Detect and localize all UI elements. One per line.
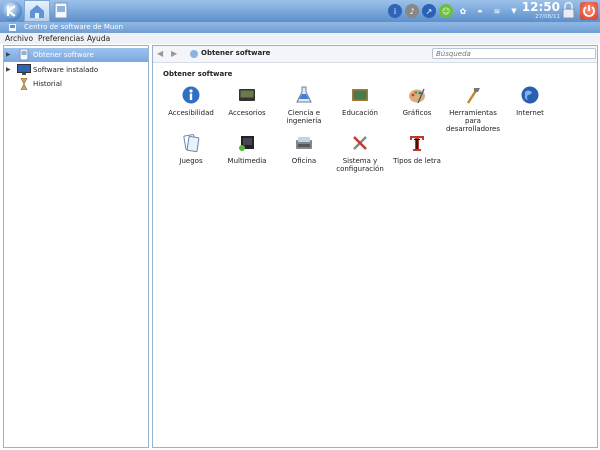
main-pane: ◀ ▶ Obtener software Obtener software Ac… (152, 45, 598, 448)
office-icon (296, 137, 312, 149)
category-multimedia[interactable]: Multimedia (217, 134, 277, 165)
breadcrumb-icon (190, 50, 198, 58)
navigation-toolbar: ◀ ▶ Obtener software (153, 46, 597, 63)
wifi-icon[interactable]: ≋ (490, 4, 504, 18)
category-label: Juegos (179, 157, 203, 165)
menu-ayuda[interactable]: Ayuda (87, 34, 110, 43)
updates-icon[interactable]: ☺ (439, 4, 453, 18)
category-accessibility[interactable]: Accesibilidad (161, 86, 221, 117)
category-accessories[interactable]: Accesorios (217, 86, 277, 117)
window-title: Centro de software de Muon (24, 23, 124, 31)
games-icon (183, 134, 200, 152)
science-icon (296, 86, 312, 103)
kde-menu-icon[interactable] (2, 1, 22, 21)
education-icon (352, 89, 368, 101)
expand-arrow-icon[interactable]: ▶ (6, 66, 11, 73)
menu-bar: Archivo Preferencias Ayuda (0, 33, 600, 44)
history-icon (20, 78, 28, 90)
volume-icon[interactable]: ♪ (405, 4, 419, 18)
category-label: Herramientas para desarrolladores (445, 109, 501, 133)
window-titlebar[interactable]: Centro de software de Muon (0, 22, 600, 33)
app-icon (9, 24, 16, 31)
category-label: Accesorios (228, 109, 266, 117)
category-games[interactable]: Juegos (161, 134, 221, 165)
sidebar-item-get-software[interactable]: ▶ Obtener software (4, 48, 148, 62)
fonts-icon (410, 136, 424, 151)
clock[interactable]: 12:50 27/08/11 (520, 0, 560, 22)
tray-expand-icon[interactable]: ▼ (507, 4, 521, 18)
accessibility-icon (182, 86, 200, 104)
sidebar-item-history[interactable]: Historial (4, 77, 148, 91)
taskbar-panel: i ♪ ↗ ☺ ✿ ⚭ ≋ ▼ 12:50 27/08/11 (0, 0, 600, 22)
category-system[interactable]: Sistema y configuración (330, 134, 390, 173)
category-label: Ciencia e ingeniería (286, 109, 322, 125)
category-developer-tools[interactable]: Herramientas para desarrolladores (443, 86, 503, 133)
home-task-icon[interactable] (24, 0, 50, 22)
forward-icon[interactable]: ▶ (171, 49, 181, 59)
menu-archivo[interactable]: Archivo (5, 34, 33, 43)
network-manager-icon[interactable]: ↗ (422, 4, 436, 18)
back-icon[interactable]: ◀ (157, 49, 167, 59)
get-software-icon (19, 49, 29, 61)
category-label: Oficina (291, 157, 317, 165)
category-label: Tipos de letra (393, 157, 441, 165)
expand-arrow-icon[interactable]: ▶ (6, 51, 11, 58)
muon-task-icon[interactable] (51, 1, 71, 21)
search-input[interactable] (432, 48, 596, 59)
multimedia-icon (239, 136, 254, 151)
section-title: Obtener software (163, 70, 233, 78)
graphics-icon (409, 88, 425, 104)
category-label: Accesibilidad (168, 109, 214, 117)
category-label: Sistema y configuración (336, 157, 384, 173)
breadcrumb[interactable]: Obtener software (201, 49, 270, 57)
category-education[interactable]: Educación (330, 86, 390, 117)
clock-time: 12:50 (521, 0, 560, 14)
accessibility-tray-icon[interactable]: ✿ (456, 4, 470, 18)
menu-preferencias[interactable]: Preferencias (38, 34, 84, 43)
usb-icon[interactable]: ⚭ (473, 4, 487, 18)
category-label: Gráficos (402, 109, 432, 117)
installed-software-icon (17, 64, 31, 75)
accessories-icon (239, 89, 255, 101)
category-label: Educación (342, 109, 378, 117)
category-label: Internet (516, 109, 544, 117)
sidebar: ▶ Obtener software ▶ Software instalado … (3, 45, 149, 448)
sidebar-item-installed-software[interactable]: ▶ Software instalado (4, 63, 148, 77)
category-office[interactable]: Oficina (274, 134, 334, 165)
developer-tools-icon (466, 88, 480, 104)
sidebar-item-label: Historial (33, 80, 62, 88)
sidebar-item-label: Obtener software (33, 51, 94, 59)
category-label: Multimedia (227, 157, 267, 165)
category-graphics[interactable]: Gráficos (387, 86, 447, 117)
internet-icon (521, 86, 539, 104)
category-science[interactable]: Ciencia e ingeniería (274, 86, 334, 125)
power-icon[interactable] (580, 2, 598, 20)
category-fonts[interactable]: Tipos de letra (387, 134, 447, 165)
clock-date: 27/08/11 (535, 14, 560, 20)
category-internet[interactable]: Internet (500, 86, 560, 117)
sidebar-item-label: Software instalado (33, 66, 99, 74)
system-tray: i ♪ ↗ ☺ ✿ ⚭ ≋ ▼ (388, 3, 521, 19)
lock-icon[interactable] (562, 1, 575, 19)
info-icon[interactable]: i (388, 4, 402, 18)
system-icon (353, 136, 367, 150)
